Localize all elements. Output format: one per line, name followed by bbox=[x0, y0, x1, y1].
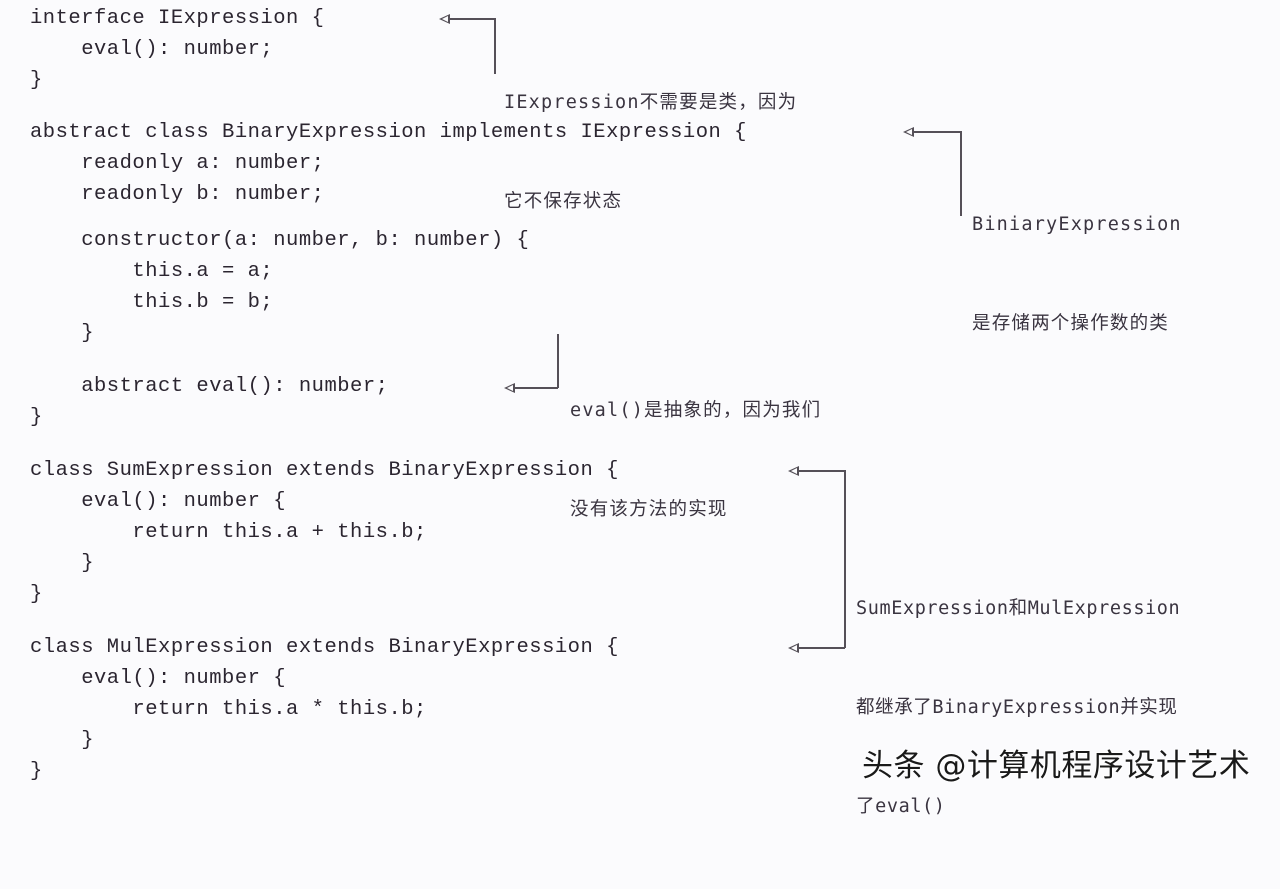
arrow-left-icon bbox=[788, 643, 799, 653]
code-line: } bbox=[30, 583, 43, 606]
callout-bracket bbox=[557, 334, 559, 388]
annotation-line: 都继承了BinaryExpression并实现 bbox=[856, 697, 1178, 718]
code-line: } bbox=[30, 760, 43, 783]
code-line: class SumExpression extends BinaryExpres… bbox=[30, 459, 619, 482]
code-line: constructor(a: number, b: number) { bbox=[30, 229, 530, 252]
code-line: eval(): number { bbox=[30, 667, 287, 690]
callout-line bbox=[914, 131, 961, 133]
code-line: abstract eval(): number; bbox=[30, 375, 389, 398]
code-line: } bbox=[30, 552, 95, 575]
code-line: this.a = a; bbox=[30, 260, 274, 283]
annotation-line: 是存储两个操作数的类 bbox=[972, 313, 1170, 334]
code-line: interface IExpression { bbox=[30, 7, 325, 30]
callout-line bbox=[799, 470, 845, 472]
code-line: readonly a: number; bbox=[30, 152, 325, 175]
code-line: } bbox=[30, 406, 43, 429]
callout-bracket bbox=[960, 131, 962, 216]
code-line: eval(): number { bbox=[30, 490, 287, 513]
code-line: class MulExpression extends BinaryExpres… bbox=[30, 636, 619, 659]
annotation-line: eval()是抽象的，因为我们 bbox=[570, 400, 822, 421]
code-line: eval(): number; bbox=[30, 38, 274, 61]
annotation-line: BiniaryExpression bbox=[972, 214, 1182, 235]
code-line: return this.a * this.b; bbox=[30, 698, 427, 721]
code-line: } bbox=[30, 729, 95, 752]
code-line: readonly b: number; bbox=[30, 183, 325, 206]
annotation-text: BiniaryExpression 是存储两个操作数的类 bbox=[972, 142, 1182, 406]
annotation-text: SumExpression和MulExpression 都继承了BinaryEx… bbox=[856, 526, 1180, 889]
callout-bracket bbox=[844, 470, 846, 648]
watermark: 头条 @计算机程序设计艺术 bbox=[862, 748, 1251, 784]
callout-line bbox=[799, 647, 845, 649]
code-line: } bbox=[30, 322, 95, 345]
callout-line bbox=[515, 387, 558, 389]
arrow-left-icon bbox=[439, 14, 450, 24]
annotation-line: 它不保存状态 bbox=[504, 191, 623, 212]
code-line: this.b = b; bbox=[30, 291, 274, 314]
callout-line bbox=[450, 18, 495, 20]
callout-bracket bbox=[494, 18, 496, 74]
annotation-line: SumExpression和MulExpression bbox=[856, 598, 1181, 619]
arrow-left-icon bbox=[788, 466, 799, 476]
arrow-left-icon bbox=[504, 383, 515, 393]
code-line: } bbox=[30, 69, 43, 92]
annotation-line: 没有该方法的实现 bbox=[570, 499, 728, 520]
annotation-text: IExpression不需要是类，因为 它不保存状态 bbox=[504, 20, 797, 284]
annotation-line: IExpression不需要是类，因为 bbox=[504, 92, 798, 113]
annotation-text: eval()是抽象的，因为我们 没有该方法的实现 bbox=[570, 328, 821, 592]
annotation-line: 了eval() bbox=[856, 796, 946, 817]
arrow-left-icon bbox=[903, 127, 914, 137]
code-line: return this.a + this.b; bbox=[30, 521, 427, 544]
